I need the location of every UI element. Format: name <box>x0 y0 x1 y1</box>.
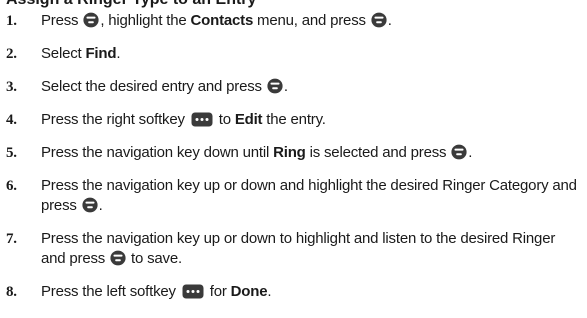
step-text: , highlight the <box>100 12 191 29</box>
step-number: 7. <box>6 231 17 247</box>
step-keyword: Edit <box>234 111 263 128</box>
step-text: . <box>387 12 392 29</box>
step-number: 6. <box>6 178 17 194</box>
steps-list: 1. Press , highlight the Contacts menu, a… <box>0 11 587 315</box>
step-item: 7. Press the navigation key up or down to… <box>0 229 587 269</box>
menu-ok-key-icon <box>451 144 467 160</box>
step-text: Press <box>41 12 83 29</box>
step-number: 3. <box>6 79 17 95</box>
step-number: 4. <box>6 112 17 128</box>
step-text: Select the desired entry and press <box>41 78 266 95</box>
step-text: to <box>214 111 235 128</box>
menu-ok-key-icon <box>371 12 387 28</box>
step-number: 2. <box>6 46 17 62</box>
step-text: the entry. <box>262 111 326 128</box>
step-item: 5. Press the navigation key down until Ri… <box>0 143 587 163</box>
step-text: . <box>283 78 288 95</box>
step-text: Press the navigation key down until <box>41 144 274 161</box>
step-item: 4. Press the right softkey to Edit the en… <box>0 110 587 130</box>
step-keyword: Find <box>85 45 117 62</box>
step-item: 6. Press the navigation key up or down an… <box>0 176 587 216</box>
step-number: 1. <box>6 13 17 29</box>
step-text: . <box>468 144 473 161</box>
step-text: . <box>116 45 121 62</box>
step-item: 3. Select the desired entry and press . <box>0 77 587 97</box>
step-text: Press the left softkey <box>41 283 180 300</box>
step-number: 5. <box>6 145 17 161</box>
section-heading: Assign a Ringer Type to an Entry <box>6 0 256 9</box>
softkey-icon <box>191 112 213 127</box>
step-keyword: Done <box>230 283 268 300</box>
menu-ok-key-icon <box>82 197 98 213</box>
step-text: for <box>205 283 231 300</box>
step-item: 1. Press , highlight the Contacts menu, a… <box>0 11 587 31</box>
step-text: . <box>267 283 272 300</box>
step-text: Select <box>41 45 86 62</box>
softkey-icon <box>182 284 204 299</box>
step-item: 8. Press the left softkey for Done. <box>0 282 587 302</box>
menu-ok-key-icon <box>110 250 126 266</box>
step-text: Press the navigation key up or down and … <box>41 177 577 214</box>
step-keyword: Ring <box>273 144 306 161</box>
step-text: is selected and press <box>305 144 451 161</box>
menu-ok-key-icon <box>267 78 283 94</box>
step-text: to save. <box>127 250 182 267</box>
step-item: 2. Select Find. <box>0 44 587 64</box>
step-keyword: Contacts <box>190 12 254 29</box>
step-text: Press the right softkey <box>41 111 189 128</box>
step-text: menu, and press <box>253 12 370 29</box>
menu-ok-key-icon <box>83 12 99 28</box>
step-number: 8. <box>6 284 17 300</box>
step-text: . <box>98 197 103 214</box>
